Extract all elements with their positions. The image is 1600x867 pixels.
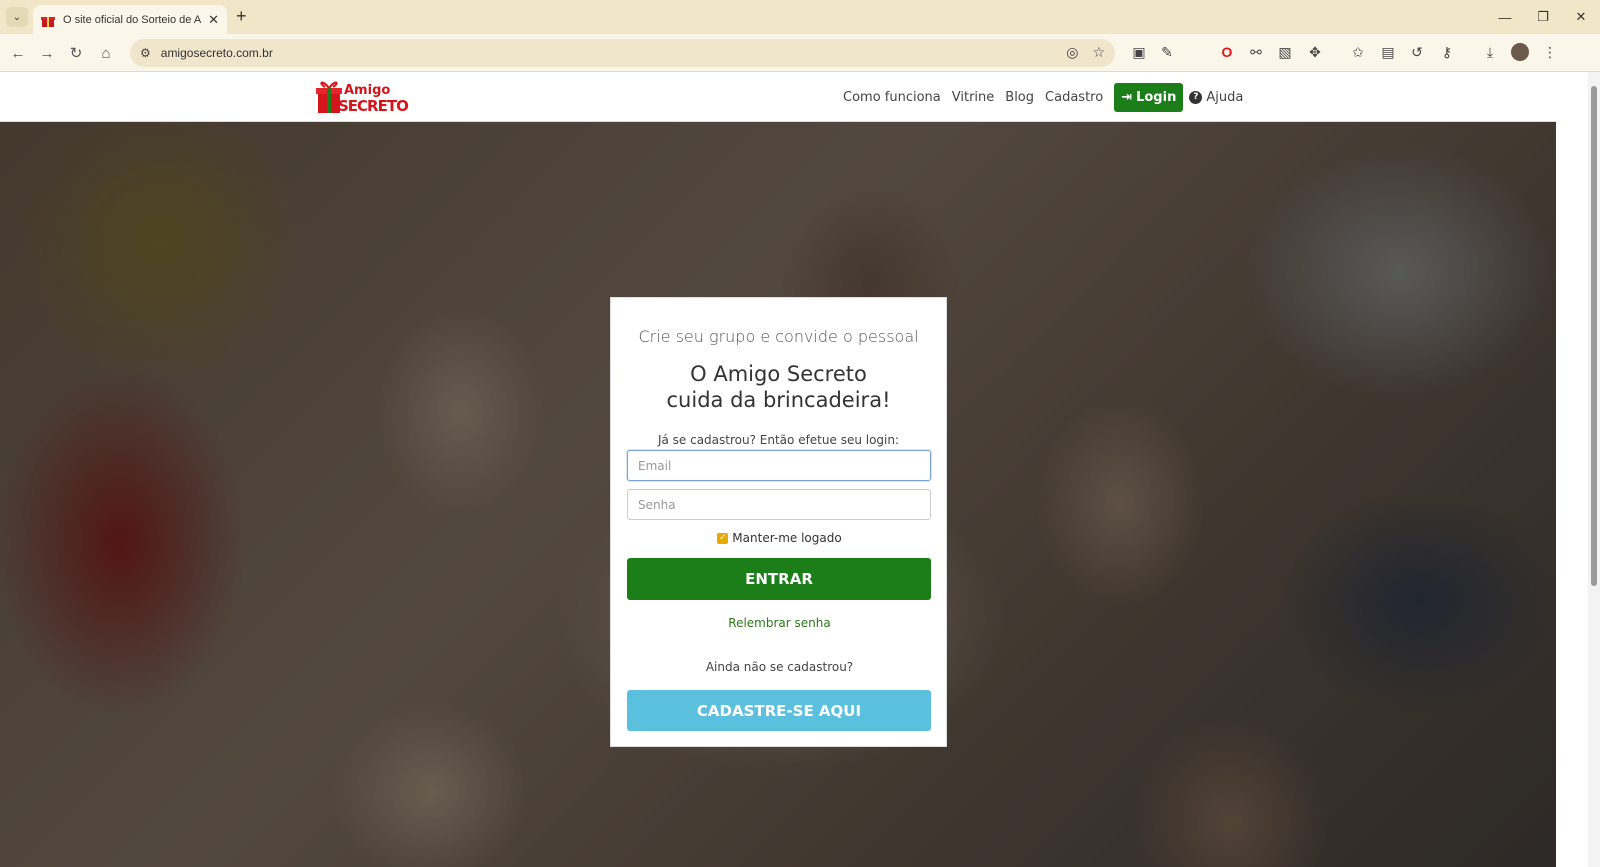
opera-icon[interactable]: O [1218,43,1236,61]
link-icon[interactable]: ⚯ [1247,43,1265,61]
history-icon[interactable]: ↺ [1408,43,1426,61]
new-tab-button[interactable]: + [236,6,247,27]
login-prompt: Já se cadastrou? Então efetue seu login: [657,433,900,447]
logo-text-amigo: Amigo [344,83,391,98]
nav-blog[interactable]: Blog [1005,90,1034,105]
not-registered-text: Ainda não se cadastrou? [705,660,854,674]
nav-como-funciona[interactable]: Como funciona [843,90,941,105]
favorites-icon[interactable]: ✩ [1349,43,1367,61]
url-text: amigosecreto.com.br [160,46,273,60]
tab-search-button[interactable]: ⌄ [6,7,28,27]
nav-ajuda-label: Ajuda [1206,89,1244,105]
card-subtitle: Crie seu grupo e convide o pessoal [638,327,919,346]
site-info-icon[interactable]: ⚙ [140,46,151,60]
page-scrollbar[interactable] [1588,72,1600,867]
login-card: Crie seu grupo e convide o pessoal O Ami… [610,297,947,747]
address-bar[interactable]: ⚙ amigosecreto.com.br ◎ ☆ [130,39,1115,67]
entrar-button[interactable]: ENTRAR [627,558,931,600]
logo-text-secreto: SECRETO [338,97,409,115]
tab-close-icon[interactable]: ✕ [208,12,219,28]
camera-icon[interactable]: ▣ [1130,43,1148,61]
site-logo[interactable]: Amigo SECRETO [316,77,411,117]
sign-in-icon: ⇥ [1121,89,1133,105]
reload-icon[interactable]: ↻ [66,43,86,63]
image-icon[interactable]: ▧ [1276,43,1294,61]
restore-icon[interactable]: ❐ [1524,0,1562,34]
forward-icon[interactable]: → [37,43,57,63]
card-title: O Amigo Secreto cuida da brincadeira! [611,361,946,413]
card-title-line2: cuida da brincadeira! [666,388,891,412]
back-icon[interactable]: ← [8,43,28,63]
tab-title: O site oficial do Sorteio de Amigo Secre… [63,13,202,26]
password-field[interactable] [627,489,931,520]
profile-avatar[interactable] [1511,43,1529,61]
nav-ajuda[interactable]: ? Ajuda [1189,90,1243,105]
bookmark-star-icon[interactable]: ☆ [1092,44,1105,61]
reading-list-icon[interactable]: ▤ [1379,43,1397,61]
keep-logged-label: Manter-me logado [732,531,842,545]
site-header: Amigo SECRETO Como funciona Vitrine Blog… [0,72,1556,122]
browser-tab[interactable]: O site oficial do Sorteio de Amigo Secre… [33,5,227,34]
nav-login-button[interactable]: ⇥ Login [1114,82,1184,112]
nav-vitrine[interactable]: Vitrine [952,90,995,105]
register-button[interactable]: CADASTRE-SE AQUI [627,690,931,731]
forgot-password-link[interactable]: Relembrar senha [611,616,948,630]
password-key-icon[interactable]: ⚷ [1438,43,1456,61]
close-window-icon[interactable]: ✕ [1562,0,1600,34]
card-title-line1: O Amigo Secreto [690,362,867,386]
nav-cadastro[interactable]: Cadastro [1045,90,1103,105]
browser-toolbar: ← → ↻ ⌂ ⚙ amigosecreto.com.br ◎ ☆ ▣ ✎ O … [0,34,1600,72]
extensions-icon[interactable]: ✥ [1306,43,1324,61]
keep-logged-checkbox[interactable]: ✓ Manter-me logado [611,531,948,545]
minimize-icon[interactable]: — [1486,0,1524,34]
question-circle-icon: ? [1189,90,1203,104]
nav-login-label: Login [1136,89,1177,105]
download-icon[interactable]: ⤓ [1481,43,1499,61]
home-icon[interactable]: ⌂ [96,43,116,63]
menu-dots-icon[interactable]: ⋮ [1541,43,1559,61]
email-field[interactable] [627,450,931,481]
scrollbar-thumb[interactable] [1591,86,1597,586]
browser-tab-bar: ⌄ O site oficial do Sorteio de Amigo Sec… [0,0,1600,34]
window-controls: — ❐ ✕ [1486,0,1600,34]
main-nav: Como funciona Vitrine Blog Cadastro ⇥ Lo… [843,81,1254,113]
eye-off-icon[interactable]: ◎ [1066,44,1078,61]
checkbox-checked-icon[interactable]: ✓ [717,532,729,544]
pen-icon[interactable]: ✎ [1158,43,1176,61]
gift-favicon-icon [41,13,55,27]
